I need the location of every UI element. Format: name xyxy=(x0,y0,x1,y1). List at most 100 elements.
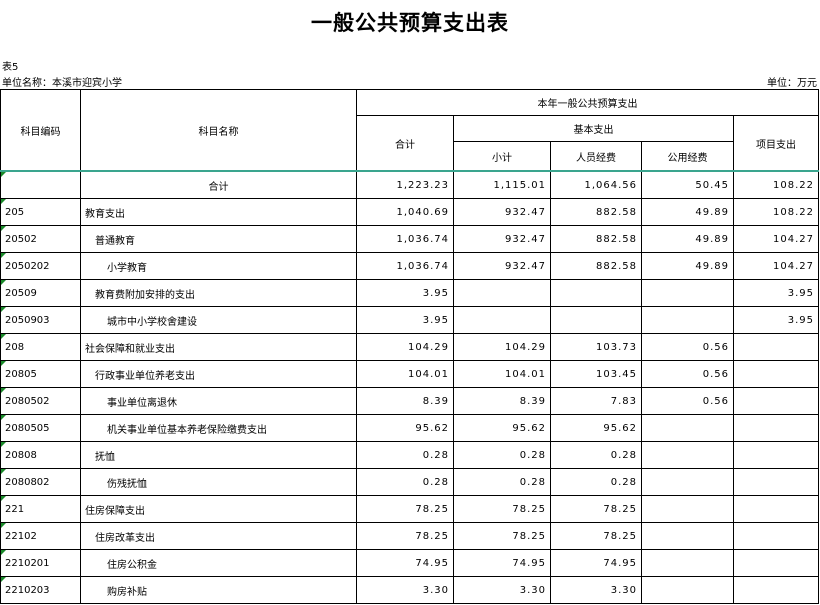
cell-marker-icon xyxy=(1,280,6,285)
cell-office xyxy=(641,468,734,496)
cell-code: 20808 xyxy=(0,441,81,469)
cell-subtotal: 95.62 xyxy=(453,414,551,442)
cell-name: 住房公积金 xyxy=(80,549,357,577)
cell-marker-icon xyxy=(1,361,6,366)
table-body: 合计 1,223.23 1,115.01 1,064.56 50.45 108.22 205… xyxy=(0,170,820,604)
cell-staff: 78.25 xyxy=(550,495,642,523)
cell-marker-icon xyxy=(1,577,6,582)
cell-project xyxy=(732,414,820,442)
code-text: 2210201 xyxy=(5,557,50,569)
cell-office: 49.89 xyxy=(641,252,734,280)
cell-staff: 882.58 xyxy=(550,198,642,226)
cell-code: 2080505 xyxy=(0,414,81,442)
cell-total: 3.95 xyxy=(356,306,454,334)
cell-marker-icon xyxy=(1,199,6,204)
cell-project: 3.95 xyxy=(732,279,820,307)
cell-total: 0.28 xyxy=(356,441,454,469)
code-text: 2080802 xyxy=(5,476,50,488)
cell-staff: 0.28 xyxy=(550,468,642,496)
code-text: 22102 xyxy=(5,530,37,542)
budget-table: 科目编码 科目名称 本年一般公共预算支出 合计 基本支出 项目支出 小计 人员经… xyxy=(0,89,820,604)
header-subtotal: 小计 xyxy=(453,141,551,172)
table-row: 20805 行政事业单位养老支出 104.01 104.01 103.45 0.56 xyxy=(0,360,820,388)
cell-staff xyxy=(550,306,642,334)
cell-project: 108.22 xyxy=(732,170,820,199)
cell-office: 0.56 xyxy=(641,333,734,361)
table-row: 2080502 事业单位离退休 8.39 8.39 7.83 0.56 xyxy=(0,387,820,415)
cell-staff xyxy=(550,279,642,307)
cell-project: 104.27 xyxy=(732,225,820,253)
cell-total: 104.01 xyxy=(356,360,454,388)
cell-code: 208 xyxy=(0,333,81,361)
cell-code: 2050202 xyxy=(0,252,81,280)
cell-office xyxy=(641,495,734,523)
header-project: 项目支出 xyxy=(732,115,820,172)
cell-office xyxy=(641,549,734,577)
cell-total: 0.28 xyxy=(356,468,454,496)
cell-marker-icon xyxy=(1,334,6,339)
cell-name: 小学教育 xyxy=(80,252,357,280)
table-row: 2080802 伤残抚恤 0.28 0.28 0.28 xyxy=(0,468,820,496)
cell-project xyxy=(732,333,820,361)
code-text: 2050903 xyxy=(5,314,50,326)
code-text: 20509 xyxy=(5,287,37,299)
cell-office: 50.45 xyxy=(641,170,734,199)
currency-unit: 单位：万元 xyxy=(767,78,817,89)
cell-total: 3.30 xyxy=(356,576,454,604)
cell-name: 伤残抚恤 xyxy=(80,468,357,496)
code-text: 2080505 xyxy=(5,422,50,434)
table-row: 2210201 住房公积金 74.95 74.95 74.95 xyxy=(0,549,820,577)
cell-office: 0.56 xyxy=(641,387,734,415)
table-row: 2050202 小学教育 1,036.74 932.47 882.58 49.89 104.… xyxy=(0,252,820,280)
table-row: 2080505 机关事业单位基本养老保险缴费支出 95.62 95.62 95.62 xyxy=(0,414,820,442)
cell-subtotal: 0.28 xyxy=(453,441,551,469)
header-office: 公用经费 xyxy=(641,141,734,172)
cell-office: 49.89 xyxy=(641,225,734,253)
cell-total: 1,223.23 xyxy=(356,170,454,199)
cell-office xyxy=(641,279,734,307)
cell-office xyxy=(641,414,734,442)
cell-total: 78.25 xyxy=(356,522,454,550)
code-text: 2210203 xyxy=(5,584,50,596)
table-row: 221 住房保障支出 78.25 78.25 78.25 xyxy=(0,495,820,523)
cell-code: 2210201 xyxy=(0,549,81,577)
code-text: 2050202 xyxy=(5,260,50,272)
cell-subtotal xyxy=(453,306,551,334)
cell-office: 0.56 xyxy=(641,360,734,388)
cell-marker-icon xyxy=(1,442,6,447)
cell-project xyxy=(732,468,820,496)
cell-marker-icon xyxy=(1,550,6,555)
cell-code: 22102 xyxy=(0,522,81,550)
table-row: 205 教育支出 1,040.69 932.47 882.58 49.89 108.22 xyxy=(0,198,820,226)
cell-total: 78.25 xyxy=(356,495,454,523)
cell-code: 2210203 xyxy=(0,576,81,604)
cell-office xyxy=(641,522,734,550)
cell-project xyxy=(732,522,820,550)
table-header: 科目编码 科目名称 本年一般公共预算支出 合计 基本支出 项目支出 小计 人员经… xyxy=(0,89,820,172)
cell-staff: 0.28 xyxy=(550,441,642,469)
cell-project: 104.27 xyxy=(732,252,820,280)
cell-subtotal: 104.01 xyxy=(453,360,551,388)
cell-code: 221 xyxy=(0,495,81,523)
cell-total: 8.39 xyxy=(356,387,454,415)
code-text: 20805 xyxy=(5,368,37,380)
cell-project xyxy=(732,360,820,388)
cell-subtotal: 8.39 xyxy=(453,387,551,415)
header-total: 合计 xyxy=(356,115,454,172)
cell-code xyxy=(0,170,81,199)
cell-name: 机关事业单位基本养老保险缴费支出 xyxy=(80,414,357,442)
cell-name: 住房改革支出 xyxy=(80,522,357,550)
cell-office xyxy=(641,441,734,469)
page-title: 一般公共预算支出表 xyxy=(311,10,509,35)
cell-name: 城市中小学校舍建设 xyxy=(80,306,357,334)
cell-name: 购房补贴 xyxy=(80,576,357,604)
table-row: 20509 教育费附加安排的支出 3.95 3.95 xyxy=(0,279,820,307)
cell-subtotal: 78.25 xyxy=(453,522,551,550)
cell-project xyxy=(732,576,820,604)
header-staff: 人员经费 xyxy=(550,141,642,172)
code-text: 2080502 xyxy=(5,395,50,407)
cell-project xyxy=(732,387,820,415)
code-text: 221 xyxy=(5,503,25,515)
cell-subtotal: 932.47 xyxy=(453,198,551,226)
cell-subtotal: 1,115.01 xyxy=(453,170,551,199)
